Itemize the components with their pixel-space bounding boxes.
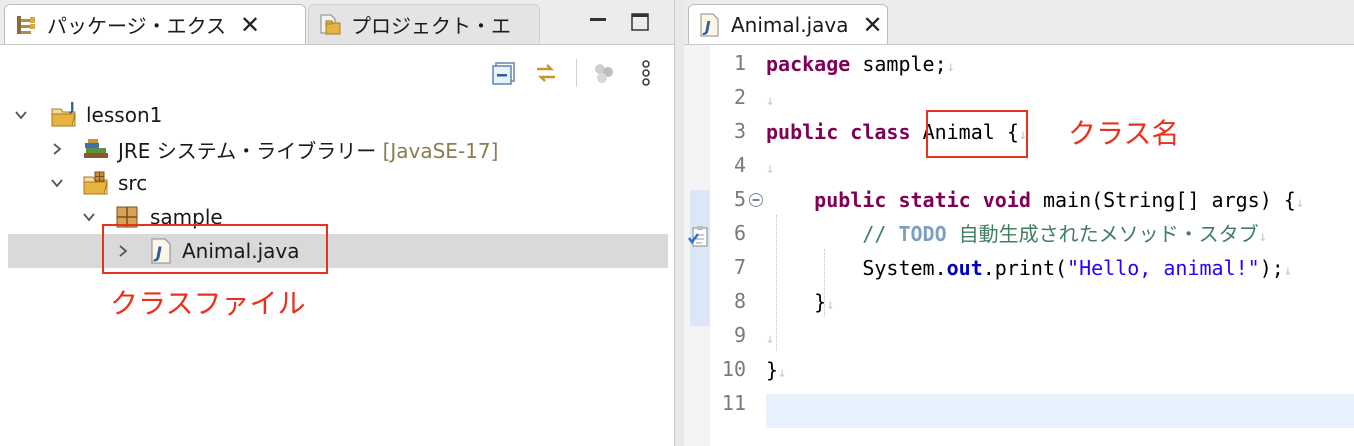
code-area[interactable]: package sample;↓ ↓ public class Animal {… [766, 45, 1354, 446]
fold-collapse-icon[interactable] [748, 192, 764, 208]
code-line-10: }↓ [766, 358, 787, 382]
java-editor: J Animal.java ✕ 1 2 3 4 5 6 7 8 9 10 11 … [684, 0, 1354, 446]
class-name-highlight-box [926, 110, 1028, 158]
line-number: 5 [733, 187, 746, 211]
chevron-down-icon[interactable] [80, 208, 98, 226]
view-menu-icon[interactable] [636, 59, 656, 87]
task-marker-icon[interactable] [688, 225, 710, 249]
collapse-all-icon[interactable] [490, 59, 518, 87]
package-explorer-icon [13, 12, 39, 38]
code-line-7: System.out.print("Hello, animal!");↓ [862, 256, 1293, 280]
java-file-icon: J [697, 12, 723, 38]
chevron-right-icon[interactable] [48, 140, 66, 158]
link-with-editor-icon[interactable] [532, 59, 560, 87]
tree-item-label: lesson1 [86, 103, 163, 127]
tab-package-explorer-label: パッケージ・エクス [47, 14, 226, 38]
view-toolbar [0, 45, 674, 97]
vertical-ruler[interactable] [684, 45, 710, 446]
quick-diff-bar [690, 190, 710, 326]
line-number: 4 [733, 153, 746, 177]
line-number: 2 [733, 85, 746, 109]
tab-package-explorer[interactable]: パッケージ・エクス ✕ [4, 4, 306, 44]
svg-text:J: J [69, 101, 74, 114]
code-line-1: package sample;↓ [766, 52, 956, 76]
focus-on-active-task-icon[interactable] [590, 59, 618, 87]
tab-animal-java[interactable]: J Animal.java ✕ [688, 4, 888, 44]
tree-item-src[interactable]: src [8, 166, 668, 200]
line-number: 10 [721, 357, 746, 381]
left-tab-bar: パッケージ・エクス ✕ プロジェクト・エ [0, 0, 674, 45]
jre-version-decoration: [JavaSE-17] [382, 138, 499, 163]
close-icon[interactable]: ✕ [240, 13, 260, 37]
class-file-highlight-box [102, 224, 328, 274]
project-explorer-icon [317, 12, 343, 38]
java-project-icon: J [50, 101, 80, 129]
tab-project-explorer[interactable]: プロジェクト・エ [308, 4, 540, 44]
line-number-ruler: 1 2 3 4 5 6 7 8 9 10 11 [710, 45, 766, 446]
line-number: 3 [733, 119, 746, 143]
minimize-icon[interactable] [588, 12, 608, 32]
tree-item-jre-library[interactable]: JRE システム・ライブラリー [JavaSE-17] [8, 132, 668, 166]
code-line-2: ↓ [766, 93, 775, 109]
editor-tab-bar: J Animal.java ✕ [684, 0, 1354, 45]
code-line-9: ↓ [766, 331, 775, 347]
tab-animal-java-label: Animal.java [731, 12, 849, 37]
tree-item-lesson1[interactable]: J lesson1 [8, 98, 668, 132]
maximize-icon[interactable] [630, 12, 650, 32]
chevron-down-icon[interactable] [48, 174, 66, 192]
line-number: 11 [721, 391, 746, 415]
line-number: 8 [733, 289, 746, 313]
code-line-5: public static void main(String[] args) {… [814, 188, 1305, 212]
class-file-annotation: クラスファイル [110, 287, 306, 320]
toolbar-separator [576, 59, 577, 87]
tree-item-label: src [118, 171, 148, 195]
package-explorer-view: パッケージ・エクス ✕ プロジェクト・エ J lesson1 JRE システム・… [0, 0, 675, 446]
library-icon [82, 135, 112, 163]
code-line-4: ↓ [766, 161, 775, 177]
tab-project-explorer-label: プロジェクト・エ [351, 14, 511, 38]
chevron-down-icon[interactable] [12, 106, 30, 124]
tree-item-label: JRE システム・ライブラリー [118, 138, 377, 163]
source-folder-icon [82, 169, 112, 197]
line-number: 6 [733, 221, 746, 245]
line-number: 9 [733, 323, 746, 347]
line-number: 1 [733, 51, 746, 75]
code-line-8: }↓ [814, 290, 835, 314]
close-icon[interactable]: ✕ [862, 13, 882, 37]
code-line-6: // TODO 自動生成されたメソッド・スタブ↓ [862, 222, 1268, 246]
line-number: 7 [733, 255, 746, 279]
class-name-annotation: クラス名 [1068, 117, 1180, 150]
